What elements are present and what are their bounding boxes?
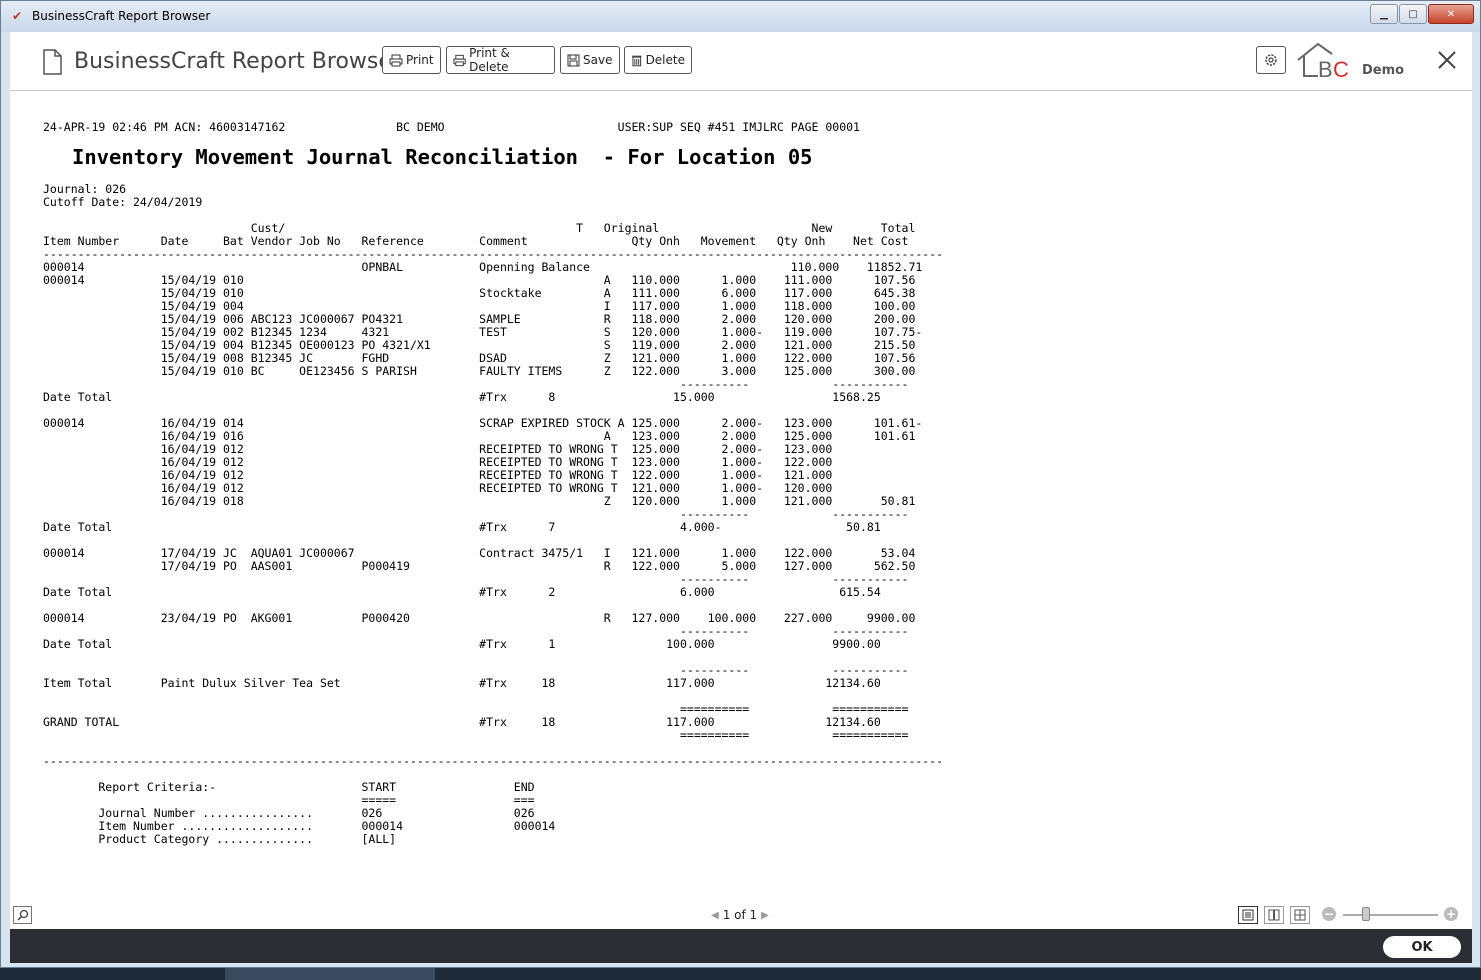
multi-page-icon: [1294, 909, 1306, 921]
delete-button[interactable]: Delete: [624, 46, 692, 74]
toolbar: BusinessCraft Report Browser Print Print…: [10, 32, 1472, 91]
maximize-button[interactable]: □: [1399, 4, 1427, 24]
next-page-button[interactable]: ▶: [761, 910, 769, 921]
window-close-button[interactable]: ✕: [1428, 4, 1474, 24]
report-title: Inventory Movement Journal Reconciliatio…: [72, 145, 813, 169]
ok-button[interactable]: OK: [1383, 936, 1461, 958]
dialog-footer: OK: [10, 929, 1472, 963]
pager: ◀ 1 of 1 ▶: [707, 908, 773, 922]
printer-icon: [453, 54, 466, 66]
print-label: Print: [406, 53, 434, 67]
prev-page-button[interactable]: ◀: [711, 910, 719, 921]
report-page: 24-APR-19 02:46 PM ACN: 46003147162 BC D…: [10, 91, 1472, 909]
print-button[interactable]: Print: [382, 46, 441, 74]
two-page-view-button[interactable]: [1264, 906, 1284, 924]
zoom-out-button[interactable]: −: [1322, 907, 1336, 921]
zoom-slider-thumb[interactable]: [1362, 907, 1370, 921]
status-bar: ◀ 1 of 1 ▶ − +: [10, 901, 1472, 929]
search-icon: [16, 909, 28, 921]
app-icon: ✔: [12, 9, 23, 23]
document-icon: [42, 49, 62, 79]
taskbar: [0, 968, 1481, 980]
gear-icon: [1265, 54, 1277, 66]
multi-page-view-button[interactable]: [1290, 906, 1310, 924]
floppy-disk-icon: [567, 54, 580, 66]
report-header-line: 24-APR-19 02:46 PM ACN: 46003147162 BC D…: [43, 120, 860, 134]
window-title: BusinessCraft Report Browser: [32, 9, 211, 23]
print-delete-label: Print & Delete: [469, 46, 510, 74]
page-indicator: 1 of 1: [722, 908, 758, 922]
settings-button[interactable]: [1256, 46, 1286, 74]
svg-text:B: B: [1318, 57, 1333, 80]
minimize-button[interactable]: ▁: [1370, 4, 1398, 24]
app-title: BusinessCraft Report Browser: [74, 49, 401, 74]
search-button[interactable]: [13, 906, 32, 924]
window-controls: ▁ □ ✕: [1369, 4, 1474, 24]
close-icon[interactable]: [1437, 50, 1457, 74]
svg-text:C: C: [1333, 57, 1349, 80]
demo-label: Demo: [1362, 63, 1405, 78]
report-browser-window: ✔ BusinessCraft Report Browser ▁ □ ✕ Bus…: [0, 0, 1481, 968]
save-label: Save: [583, 53, 613, 67]
businesscraft-logo: B C: [1296, 40, 1358, 84]
single-page-view-button[interactable]: [1238, 906, 1258, 924]
single-page-icon: [1242, 909, 1254, 921]
zoom-in-button[interactable]: +: [1444, 907, 1458, 921]
zoom-slider-track[interactable]: [1343, 914, 1438, 916]
trash-icon: [631, 55, 642, 66]
client-area: BusinessCraft Report Browser Print Print…: [10, 32, 1472, 963]
two-page-icon: [1268, 909, 1280, 921]
taskbar-item[interactable]: [225, 968, 435, 980]
save-button[interactable]: Save: [560, 46, 620, 74]
delete-label: Delete: [645, 53, 685, 67]
report-body: Journal: 026 Cutoff Date: 24/04/2019 Cus…: [43, 182, 944, 846]
print-delete-button[interactable]: Print & Delete: [446, 46, 555, 74]
title-bar[interactable]: ✔ BusinessCraft Report Browser ▁ □ ✕: [1, 1, 1480, 32]
printer-icon: [389, 54, 403, 66]
